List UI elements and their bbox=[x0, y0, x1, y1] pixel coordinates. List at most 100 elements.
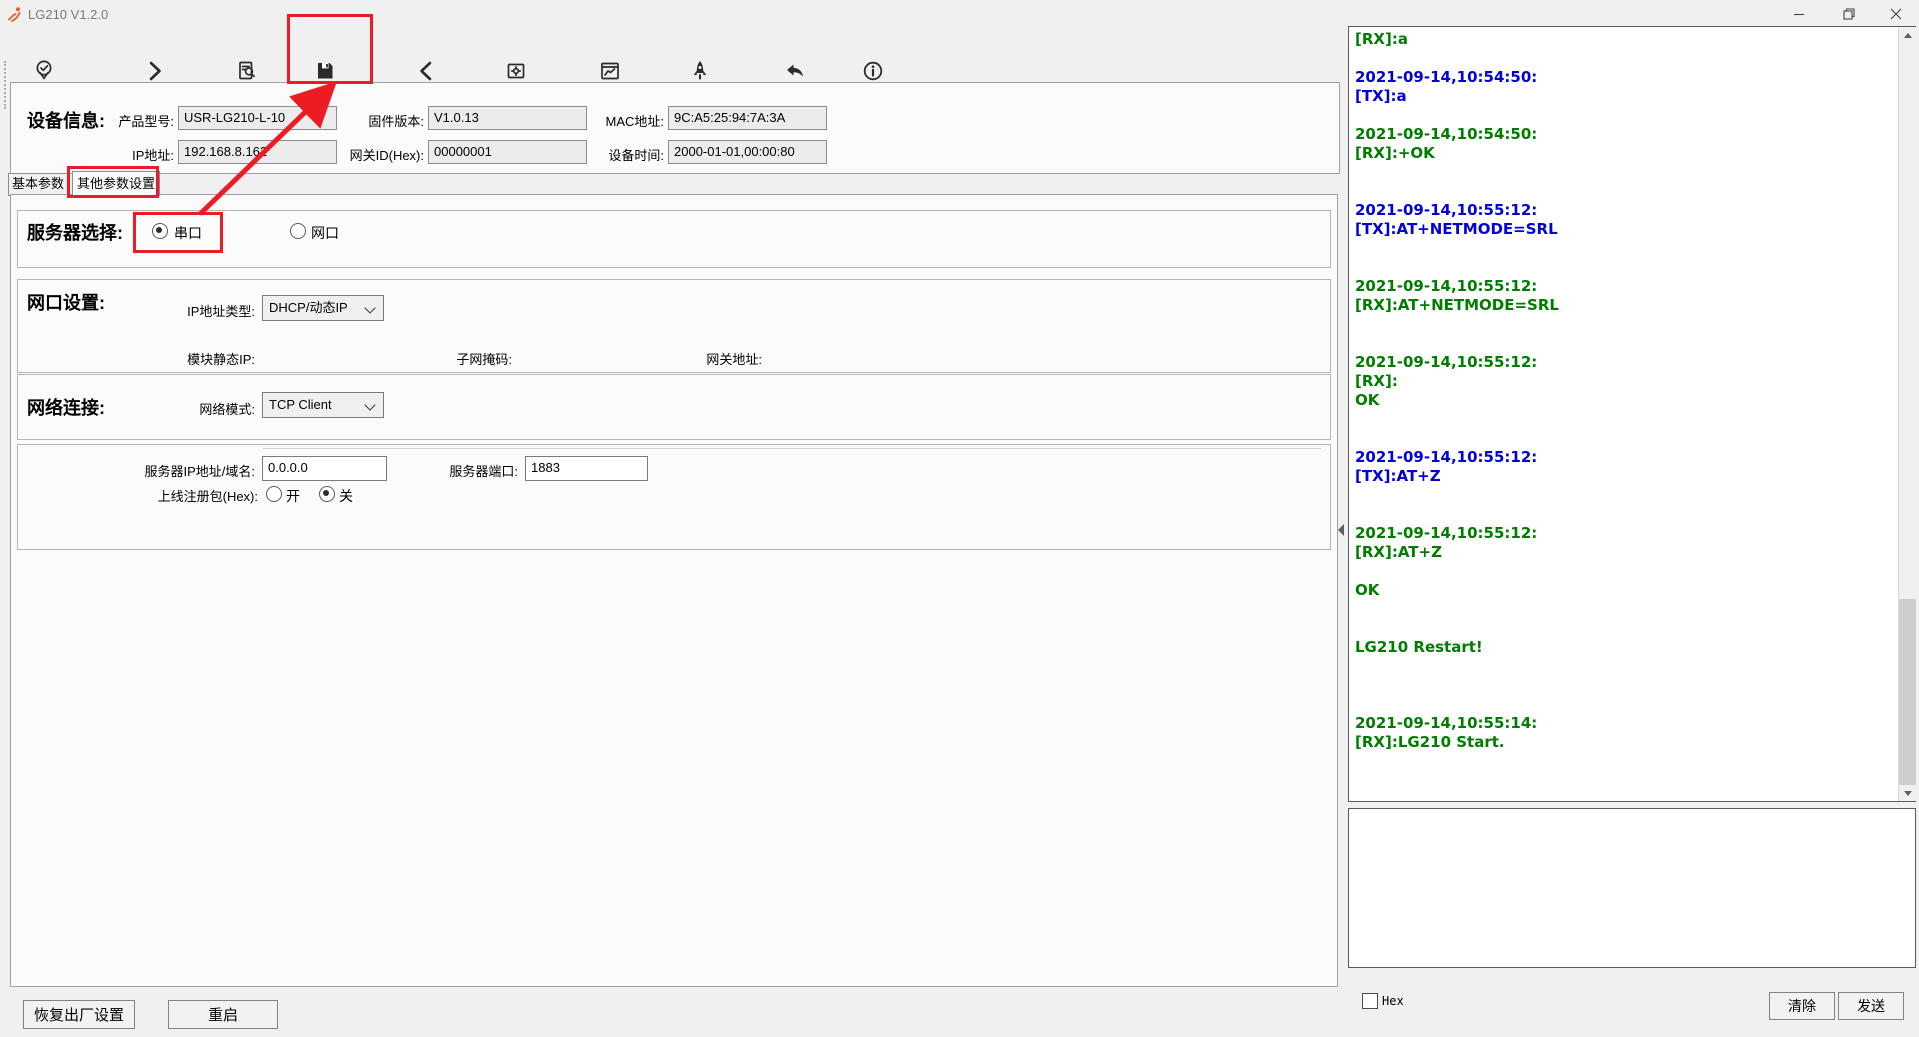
log-line bbox=[1355, 429, 1890, 448]
log-line: 2021-09-14,10:55:12: bbox=[1355, 353, 1890, 372]
factory-reset-button[interactable]: 恢复出厂设置 bbox=[23, 1000, 135, 1029]
serial-pin-icon bbox=[31, 58, 57, 84]
log-line bbox=[1355, 315, 1890, 334]
device-time-label: 设备时间: bbox=[434, 145, 664, 164]
ip-address-label: IP地址: bbox=[0, 145, 174, 164]
register-off-label[interactable]: 关 bbox=[339, 486, 353, 506]
log-line bbox=[1355, 182, 1890, 201]
register-on-label[interactable]: 开 bbox=[286, 486, 300, 506]
scroll-down-icon[interactable] bbox=[1899, 785, 1916, 801]
restore-button[interactable] bbox=[1834, 0, 1864, 28]
log-line bbox=[1355, 49, 1890, 68]
toolbox-icon bbox=[503, 58, 529, 84]
log-line: [RX]:+OK bbox=[1355, 144, 1890, 163]
log-line bbox=[1355, 258, 1890, 277]
toolbar-grip[interactable] bbox=[4, 61, 6, 109]
log-line: 2021-09-14,10:55:14: bbox=[1355, 714, 1890, 733]
log-line bbox=[1355, 695, 1890, 714]
section-divider bbox=[263, 448, 1321, 449]
log-line: [RX]:AT+Z bbox=[1355, 543, 1890, 562]
close-icon bbox=[1890, 8, 1902, 20]
rocket-icon bbox=[687, 58, 713, 84]
title-bar: LG210 V1.2.0 bbox=[0, 0, 1919, 28]
app-logo-icon bbox=[7, 6, 23, 22]
hex-checkbox[interactable] bbox=[1362, 993, 1378, 1009]
log-line: LG210 Restart! bbox=[1355, 638, 1890, 657]
server-serial-radio[interactable] bbox=[152, 223, 168, 239]
window-title: LG210 V1.2.0 bbox=[28, 7, 108, 22]
log-line bbox=[1355, 600, 1890, 619]
restore-icon bbox=[1843, 8, 1855, 20]
log-line bbox=[1355, 163, 1890, 182]
chevron-down-icon bbox=[364, 302, 375, 313]
log-line bbox=[1355, 619, 1890, 638]
server-select-box bbox=[17, 210, 1331, 268]
server-serial-radio-label[interactable]: 串口 bbox=[174, 223, 202, 243]
chevron-right-icon bbox=[142, 58, 168, 84]
minimize-button[interactable] bbox=[1784, 0, 1814, 28]
log-line: 2021-09-14,10:54:50: bbox=[1355, 125, 1890, 144]
log-line bbox=[1355, 239, 1890, 258]
server-ethernet-radio-label[interactable]: 网口 bbox=[311, 223, 339, 243]
mac-address-field: 9C:A5:25:94:7A:3A bbox=[668, 106, 827, 130]
subnet-mask-label: 子网掩码: bbox=[282, 349, 512, 368]
chevron-down-icon bbox=[364, 399, 375, 410]
close-button[interactable] bbox=[1881, 0, 1911, 28]
send-button[interactable]: 发送 bbox=[1838, 992, 1904, 1020]
log-scrollbar[interactable] bbox=[1898, 27, 1916, 801]
save-icon bbox=[312, 58, 338, 84]
log-line: 2021-09-14,10:55:12: bbox=[1355, 448, 1890, 467]
server-port-input[interactable]: 1883 bbox=[525, 456, 648, 481]
log-line bbox=[1355, 505, 1890, 524]
log-line bbox=[1355, 486, 1890, 505]
gateway-id-label: 网关ID(Hex): bbox=[194, 145, 424, 164]
log-line: [TX]:AT+Z bbox=[1355, 467, 1890, 486]
log-line bbox=[1355, 562, 1890, 581]
server-port-label: 服务器端口: bbox=[288, 461, 518, 480]
net-mode-value: TCP Client bbox=[269, 397, 332, 412]
minimize-icon bbox=[1793, 8, 1805, 20]
register-off-radio[interactable] bbox=[319, 486, 335, 502]
register-on-radio[interactable] bbox=[266, 486, 282, 502]
log-line: [TX]:AT+NETMODE=SRL bbox=[1355, 220, 1890, 239]
log-line: OK bbox=[1355, 391, 1890, 410]
log-line bbox=[1355, 106, 1890, 125]
tab-basic-params[interactable]: 基本参数 bbox=[8, 173, 68, 196]
log-line bbox=[1355, 410, 1890, 429]
app-window: LG210 V1.2.0 关闭串口 进入配置状态 bbox=[0, 0, 1919, 1037]
log-line: 2021-09-14,10:55:12: bbox=[1355, 277, 1890, 296]
hex-checkbox-label[interactable]: Hex bbox=[1382, 994, 1404, 1008]
log-line: 2021-09-14,10:54:50: bbox=[1355, 68, 1890, 87]
net-mode-select[interactable]: TCP Client bbox=[262, 392, 384, 418]
splitter-collapse-icon[interactable] bbox=[1338, 524, 1344, 536]
chevron-left-icon bbox=[413, 58, 439, 84]
product-model-label: 产品型号: bbox=[0, 111, 174, 130]
send-input-area[interactable] bbox=[1348, 808, 1916, 968]
tab-other-params[interactable]: 其他参数设置 bbox=[72, 171, 160, 196]
register-packet-label: 上线注册包(Hex): bbox=[28, 486, 258, 505]
restart-button[interactable]: 重启 bbox=[168, 1000, 278, 1029]
log-line bbox=[1355, 676, 1890, 695]
log-line: [TX]:a bbox=[1355, 87, 1890, 106]
clear-button[interactable]: 清除 bbox=[1769, 992, 1835, 1020]
log-line: [RX]:AT+NETMODE=SRL bbox=[1355, 296, 1890, 315]
scrollbar-thumb[interactable] bbox=[1899, 599, 1916, 785]
log-lines: [RX]:a 2021-09-14,10:54:50:[TX]:a 2021-0… bbox=[1355, 30, 1890, 798]
reply-arrow-icon bbox=[782, 58, 808, 84]
firmware-version-label: 固件版本: bbox=[194, 111, 424, 130]
document-search-icon bbox=[234, 58, 260, 84]
net-mode-label: 网络模式: bbox=[25, 399, 255, 418]
log-line: [RX]:a bbox=[1355, 30, 1890, 49]
server-ip-label: 服务器IP地址/域名: bbox=[25, 461, 255, 480]
log-line bbox=[1355, 334, 1890, 353]
info-icon bbox=[860, 58, 886, 84]
scroll-up-icon[interactable] bbox=[1899, 27, 1916, 43]
stats-window-icon bbox=[597, 58, 623, 84]
static-ip-label: 模块静态IP: bbox=[25, 349, 255, 368]
gateway-address-label: 网关地址: bbox=[532, 349, 762, 368]
ip-type-label: IP地址类型: bbox=[25, 301, 255, 320]
log-line: 2021-09-14,10:55:12: bbox=[1355, 524, 1890, 543]
server-ethernet-radio[interactable] bbox=[290, 223, 306, 239]
server-select-title: 服务器选择: bbox=[27, 219, 123, 245]
ip-type-select[interactable]: DHCP/动态IP bbox=[262, 295, 384, 321]
